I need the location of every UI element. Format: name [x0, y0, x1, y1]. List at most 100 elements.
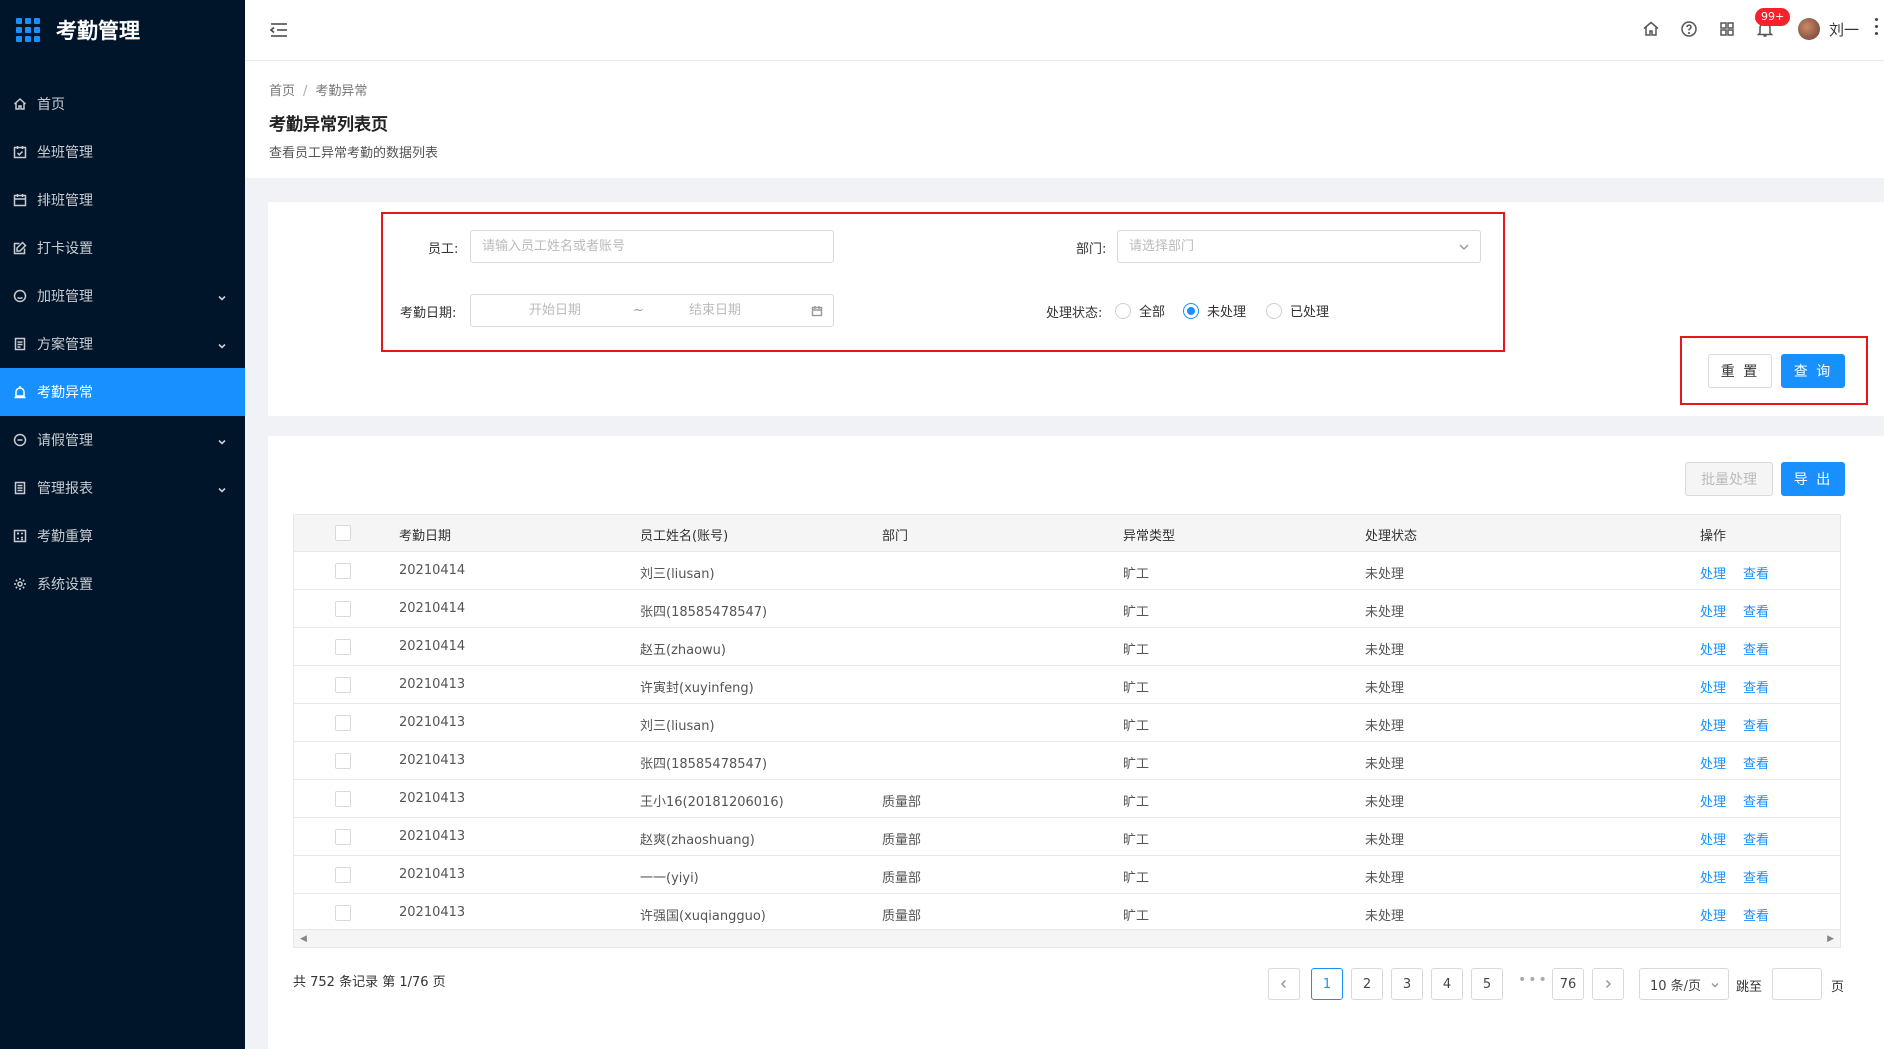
select-all-checkbox[interactable]: [335, 525, 351, 541]
sidebar-item-3[interactable]: 打卡设置: [0, 224, 245, 272]
sidebar-item-5[interactable]: 方案管理: [0, 320, 245, 368]
menu-fold-icon[interactable]: [269, 20, 289, 40]
logo[interactable]: 考勤管理: [0, 0, 245, 60]
home-icon: [13, 97, 27, 111]
process-link[interactable]: 处理: [1700, 639, 1726, 658]
process-link[interactable]: 处理: [1700, 715, 1726, 734]
employee-label: 员工:: [428, 242, 459, 257]
cell-type: 旷工: [1123, 757, 1150, 772]
row-checkbox[interactable]: [335, 829, 351, 845]
sidebar-item-7[interactable]: 请假管理: [0, 416, 245, 464]
status-radio-processed[interactable]: 已处理: [1266, 301, 1329, 320]
status-radio-unprocessed[interactable]: 未处理: [1183, 301, 1246, 320]
breadcrumb-home[interactable]: 首页: [269, 84, 295, 99]
cell-status: 未处理: [1365, 567, 1405, 582]
cell-date: 20210413: [399, 867, 466, 882]
row-checkbox[interactable]: [335, 905, 351, 921]
view-link[interactable]: 查看: [1743, 677, 1769, 696]
cell-name: 赵五(zhaowu): [640, 643, 726, 658]
row-checkbox[interactable]: [335, 563, 351, 579]
sidebar-item-0[interactable]: 首页: [0, 80, 245, 128]
sidebar-item-8[interactable]: 管理报表: [0, 464, 245, 512]
process-link[interactable]: 处理: [1700, 791, 1726, 810]
notification-badge: 99+: [1755, 8, 1791, 26]
page-5[interactable]: 5: [1471, 968, 1503, 1000]
cell-type: 旷工: [1123, 643, 1150, 658]
row-checkbox[interactable]: [335, 639, 351, 655]
row-checkbox[interactable]: [335, 601, 351, 617]
sidebar-item-1[interactable]: 坐班管理: [0, 128, 245, 176]
view-link[interactable]: 查看: [1743, 601, 1769, 620]
page-1[interactable]: 1: [1311, 968, 1343, 1000]
sidebar-item-4[interactable]: 加班管理: [0, 272, 245, 320]
page-4[interactable]: 4: [1431, 968, 1463, 1000]
department-select[interactable]: 请选择部门: [1117, 230, 1481, 263]
view-link[interactable]: 查看: [1743, 563, 1769, 582]
apps-icon[interactable]: [1718, 20, 1736, 38]
sidebar-item-10[interactable]: 系统设置: [0, 560, 245, 608]
clock-circle-icon: [13, 289, 27, 303]
process-link[interactable]: 处理: [1700, 829, 1726, 848]
view-link[interactable]: 查看: [1743, 867, 1769, 886]
process-link[interactable]: 处理: [1700, 753, 1726, 772]
more-vertical-icon[interactable]: [1875, 18, 1881, 40]
export-button[interactable]: 导 出: [1781, 462, 1845, 496]
reset-button[interactable]: 重 置: [1708, 354, 1772, 388]
jump-page-input[interactable]: [1772, 968, 1822, 1000]
row-checkbox[interactable]: [335, 753, 351, 769]
process-link[interactable]: 处理: [1700, 867, 1726, 886]
cell-status: 未处理: [1365, 909, 1405, 924]
avatar[interactable]: [1798, 18, 1820, 40]
sidebar-item-2[interactable]: 排班管理: [0, 176, 245, 224]
employee-input[interactable]: 请输入员工姓名或者账号: [470, 230, 834, 263]
row-checkbox[interactable]: [335, 791, 351, 807]
date-range-picker[interactable]: 开始日期 ~ 结束日期: [470, 294, 834, 327]
pagination-ellipsis[interactable]: •••: [1518, 972, 1549, 988]
view-link[interactable]: 查看: [1743, 829, 1769, 848]
view-link[interactable]: 查看: [1743, 753, 1769, 772]
calculator-icon: [13, 529, 27, 543]
view-link[interactable]: 查看: [1743, 791, 1769, 810]
status-radio-all[interactable]: 全部: [1115, 301, 1165, 320]
chevron-down-icon: [1711, 982, 1719, 988]
help-icon[interactable]: [1680, 20, 1698, 38]
row-checkbox[interactable]: [335, 867, 351, 883]
process-link[interactable]: 处理: [1700, 601, 1726, 620]
process-link[interactable]: 处理: [1700, 905, 1726, 924]
view-link[interactable]: 查看: [1743, 905, 1769, 924]
column-type: 异常类型: [1123, 529, 1176, 544]
settings-icon: [13, 577, 27, 591]
batch-process-button[interactable]: 批量处理: [1685, 462, 1773, 496]
search-button[interactable]: 查 询: [1781, 354, 1845, 388]
chevron-down-icon[interactable]: [217, 435, 227, 445]
view-link[interactable]: 查看: [1743, 715, 1769, 734]
column-actions: 操作: [1700, 529, 1727, 544]
chevron-down-icon[interactable]: [217, 483, 227, 493]
next-page-button[interactable]: [1592, 968, 1624, 1000]
horizontal-scrollbar[interactable]: ◀ ▶: [294, 929, 1840, 947]
row-checkbox[interactable]: [335, 677, 351, 693]
sidebar-item-6[interactable]: 考勤异常: [0, 368, 245, 416]
sidebar-item-label: 系统设置: [37, 577, 93, 593]
chevron-down-icon[interactable]: [217, 291, 227, 301]
prev-page-button[interactable]: [1268, 968, 1300, 1000]
scroll-left-icon[interactable]: ◀: [300, 934, 307, 944]
start-date-placeholder: 开始日期: [529, 303, 582, 318]
view-link[interactable]: 查看: [1743, 639, 1769, 658]
page-size-select[interactable]: 10 条/页: [1639, 968, 1729, 1000]
column-date: 考勤日期: [399, 529, 452, 544]
scroll-right-icon[interactable]: ▶: [1827, 934, 1834, 944]
process-link[interactable]: 处理: [1700, 563, 1726, 582]
page-3[interactable]: 3: [1391, 968, 1423, 1000]
chevron-down-icon[interactable]: [217, 339, 227, 349]
page-2[interactable]: 2: [1351, 968, 1383, 1000]
sidebar-item-9[interactable]: 考勤重算: [0, 512, 245, 560]
process-link[interactable]: 处理: [1700, 677, 1726, 696]
file-icon: [13, 337, 27, 351]
table-body: 20210414 刘三(liusan) 旷工 未处理 处理 查看 20210414 张四(18…: [294, 552, 1840, 932]
user-name[interactable]: 刘一: [1829, 19, 1859, 40]
home-icon[interactable]: [1642, 20, 1660, 38]
row-checkbox[interactable]: [335, 715, 351, 731]
cell-department: 质量部: [882, 871, 922, 886]
page-last[interactable]: 76: [1552, 968, 1584, 1000]
